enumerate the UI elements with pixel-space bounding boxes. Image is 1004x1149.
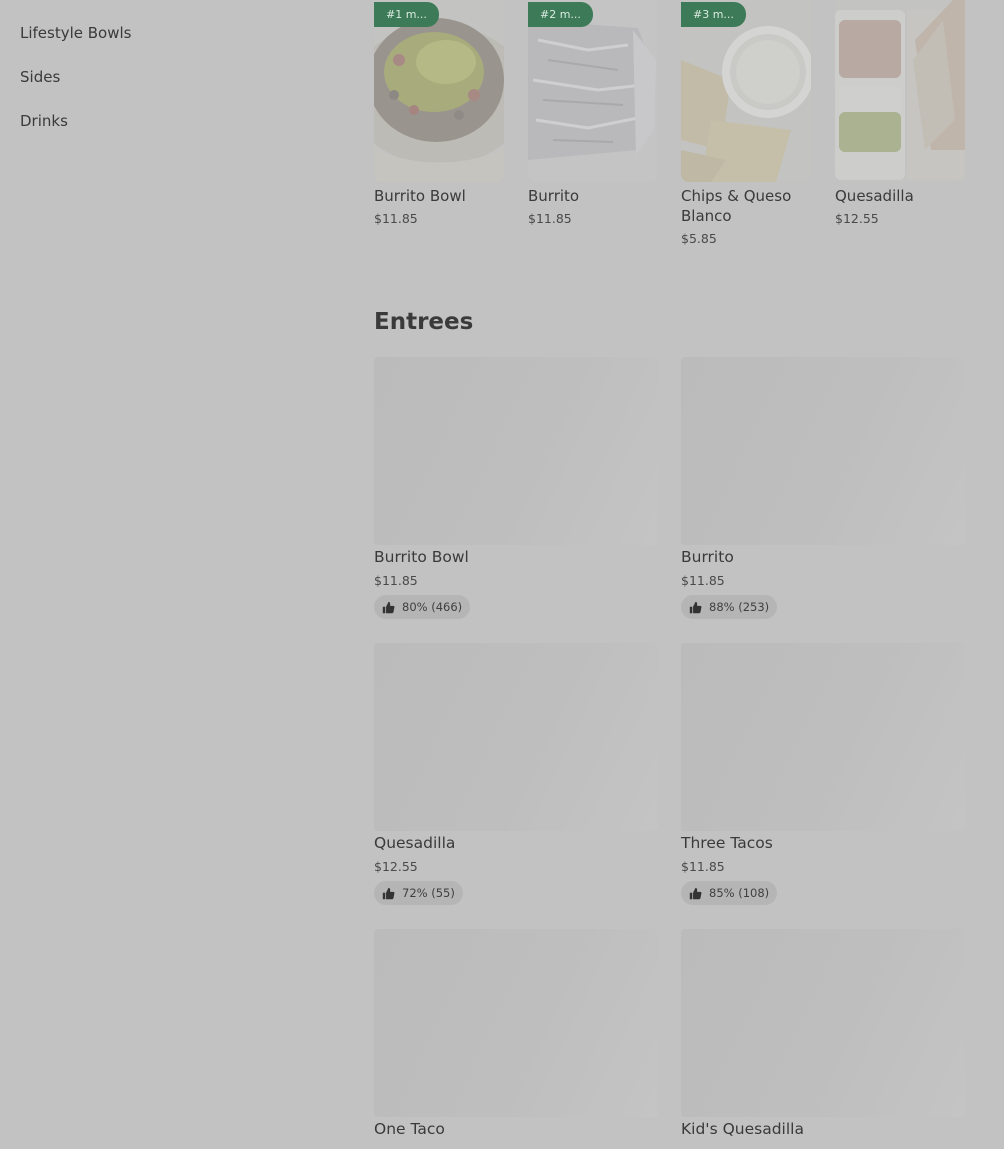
rating-text: 88% (253) <box>709 600 770 614</box>
sidebar-item-sides[interactable]: Sides <box>20 68 60 86</box>
quesadilla-image <box>835 0 965 182</box>
rating-text: 72% (55) <box>402 886 455 900</box>
entree-image-placeholder <box>374 929 658 1117</box>
entree-name: One Taco <box>374 1120 445 1138</box>
foil-burrito-image <box>528 0 658 182</box>
popular-item-price: $5.85 <box>681 231 717 246</box>
thumbs-up-icon <box>382 887 395 899</box>
chips-queso-image <box>681 0 811 182</box>
entree-name: Quesadilla <box>374 834 456 852</box>
rating-badge: 72% (55) <box>374 881 463 905</box>
popular-rank-badge: #3 m... <box>681 2 746 27</box>
sidebar-item-lifestyle-bowls[interactable]: Lifestyle Bowls <box>20 24 132 42</box>
entree-name: Three Tacos <box>681 834 773 852</box>
entree-image-placeholder <box>681 643 965 831</box>
entree-name: Kid's Quesadilla <box>681 1120 804 1138</box>
entree-image-placeholder <box>681 357 965 545</box>
thumbs-up-icon <box>689 601 702 613</box>
rating-badge: 88% (253) <box>681 595 778 619</box>
entree-name: Burrito Bowl <box>374 548 469 566</box>
sidebar-item-drinks[interactable]: Drinks <box>20 112 68 130</box>
entree-name: Burrito <box>681 548 734 566</box>
entree-image-placeholder <box>681 929 965 1117</box>
thumbs-up-icon <box>382 601 395 613</box>
popular-item-name: Burrito Bowl <box>374 187 466 205</box>
popular-item-name: Burrito <box>528 187 580 205</box>
entree-image-placeholder <box>374 643 658 831</box>
popular-rank-badge: #2 m... <box>528 2 593 27</box>
rating-badge: 85% (108) <box>681 881 778 905</box>
popular-item-price: $12.55 <box>835 211 879 226</box>
section-title-entrees: Entrees <box>374 309 474 335</box>
popular-item-price: $11.85 <box>528 211 572 226</box>
thumbs-up-icon <box>689 887 702 899</box>
entree-price: $11.85 <box>374 573 418 588</box>
rating-text: 80% (466) <box>402 600 463 614</box>
popular-rank-badge: #1 m... <box>374 2 439 27</box>
rating-badge: 80% (466) <box>374 595 471 619</box>
popular-item-name: Chips & Queso Blanco <box>681 187 792 225</box>
entree-price: $11.85 <box>681 573 725 588</box>
burrito-bowl-image <box>374 0 504 182</box>
entree-image-placeholder <box>374 357 658 545</box>
popular-item-price: $11.85 <box>374 211 418 226</box>
popular-item-name: Quesadilla <box>835 187 914 205</box>
entree-price: $12.55 <box>374 859 418 874</box>
rating-text: 85% (108) <box>709 886 770 900</box>
entree-price: $11.85 <box>681 859 725 874</box>
